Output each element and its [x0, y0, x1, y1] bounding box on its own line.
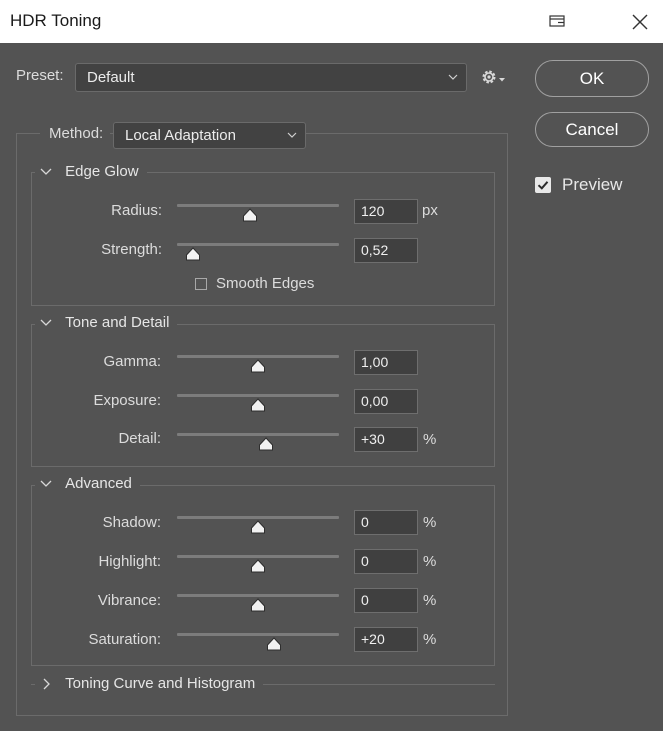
- preset-label: Preset:: [16, 67, 64, 84]
- method-dropdown[interactable]: Local Adaptation: [113, 122, 306, 149]
- slider-thumb[interactable]: [185, 247, 201, 261]
- slider-track[interactable]: [177, 516, 339, 519]
- slider-track[interactable]: [177, 433, 339, 436]
- strength-label: Strength:: [101, 241, 162, 258]
- chevron-down-icon: [287, 132, 297, 138]
- slider-thumb[interactable]: [250, 398, 266, 412]
- preset-value: Default: [87, 69, 135, 86]
- toning-curve-header[interactable]: Toning Curve and Histogram: [35, 675, 264, 695]
- advanced-header[interactable]: Advanced: [35, 475, 140, 495]
- slider-thumb[interactable]: [242, 208, 258, 222]
- vibrance-unit: %: [423, 592, 437, 609]
- gamma-input[interactable]: 1,00: [354, 350, 418, 375]
- chevron-down-icon: [448, 74, 458, 80]
- slider-track[interactable]: [177, 594, 339, 597]
- edge-glow-header[interactable]: Edge Glow: [35, 163, 147, 183]
- shadow-label: Shadow:: [102, 514, 161, 531]
- detail-unit: %: [423, 431, 437, 448]
- checkmark-icon: [537, 181, 549, 190]
- slider-thumb[interactable]: [266, 637, 282, 651]
- ok-button[interactable]: OK: [535, 60, 649, 97]
- preview-label: Preview: [562, 175, 623, 194]
- gamma-label: Gamma:: [103, 353, 161, 370]
- chevron-down-icon: [40, 480, 52, 487]
- cancel-button[interactable]: Cancel: [535, 112, 649, 147]
- slider-thumb[interactable]: [250, 559, 266, 573]
- slider-thumb[interactable]: [258, 437, 274, 451]
- slider-thumb[interactable]: [250, 359, 266, 373]
- close-icon[interactable]: [617, 0, 663, 43]
- chevron-down-icon: [40, 319, 52, 326]
- restore-window-icon[interactable]: [535, 0, 581, 43]
- highlight-unit: %: [423, 553, 437, 570]
- shadow-input[interactable]: 0: [354, 510, 418, 535]
- chevron-right-icon: [43, 678, 50, 690]
- preview-checkbox[interactable]: [535, 177, 551, 193]
- highlight-label: Highlight:: [98, 553, 161, 570]
- slider-thumb[interactable]: [250, 598, 266, 612]
- radius-input[interactable]: 120: [354, 199, 418, 224]
- window-title: HDR Toning: [10, 11, 102, 30]
- advanced-title: Advanced: [65, 475, 132, 492]
- chevron-down-icon: [40, 168, 52, 175]
- detail-input[interactable]: +30: [354, 427, 418, 452]
- title-bar: HDR Toning: [0, 0, 663, 43]
- slider-track[interactable]: [177, 243, 339, 246]
- vibrance-label: Vibrance:: [97, 592, 161, 609]
- method-label: Method:: [49, 125, 104, 142]
- method-value: Local Adaptation: [125, 127, 236, 144]
- shadow-unit: %: [423, 514, 437, 531]
- radius-label: Radius:: [111, 202, 162, 219]
- preset-dropdown[interactable]: Default: [75, 63, 467, 92]
- radius-unit: px: [422, 202, 438, 219]
- saturation-label: Saturation:: [88, 631, 161, 648]
- edge-glow-title: Edge Glow: [65, 163, 139, 180]
- tone-detail-header[interactable]: Tone and Detail: [35, 314, 178, 334]
- preset-options-gear-icon[interactable]: [480, 67, 508, 87]
- exposure-input[interactable]: 0,00: [354, 389, 418, 414]
- smooth-edges-label: Smooth Edges: [216, 275, 315, 292]
- slider-track[interactable]: [177, 633, 339, 636]
- saturation-unit: %: [423, 631, 437, 648]
- vibrance-input[interactable]: 0: [354, 588, 418, 613]
- slider-thumb[interactable]: [250, 520, 266, 534]
- detail-label: Detail:: [118, 430, 161, 447]
- tone-detail-title: Tone and Detail: [65, 314, 170, 331]
- slider-track[interactable]: [177, 355, 339, 358]
- highlight-input[interactable]: 0: [354, 549, 418, 574]
- slider-track[interactable]: [177, 204, 339, 207]
- exposure-label: Exposure:: [93, 392, 161, 409]
- slider-track[interactable]: [177, 394, 339, 397]
- smooth-edges-checkbox[interactable]: [195, 278, 207, 290]
- strength-input[interactable]: 0,52: [354, 238, 418, 263]
- saturation-input[interactable]: +20: [354, 627, 418, 652]
- slider-track[interactable]: [177, 555, 339, 558]
- toning-curve-title: Toning Curve and Histogram: [65, 675, 256, 692]
